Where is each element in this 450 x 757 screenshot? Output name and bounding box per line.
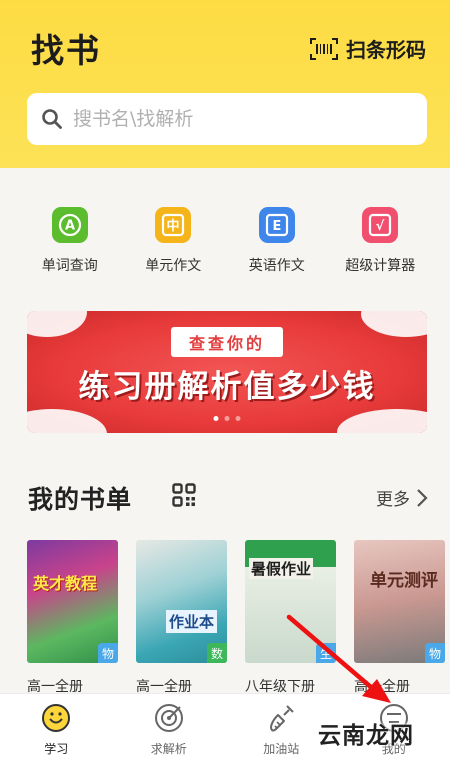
book-cover: 作业本 数 [136, 540, 227, 663]
banner-tag: 查查你的 [170, 327, 284, 357]
barcode-icon [310, 37, 338, 60]
more-label: 更多 [376, 490, 410, 510]
book-list: 英才教程 物 高一全册 作业本 数 高一全册 暑假作业 生 八年级下册 单元测评… [27, 540, 450, 696]
book-cover: 暑假作业 生 [245, 540, 336, 663]
book-cover-title: 作业本 [166, 610, 218, 633]
book-cover-title: 单元测评 [370, 571, 438, 591]
more-button[interactable]: 更多 [376, 485, 428, 510]
book-item[interactable]: 作业本 数 高一全册 [136, 540, 227, 696]
search-icon [42, 109, 62, 129]
book-item[interactable]: 英才教程 物 高一全册 [27, 540, 118, 696]
banner-decoration [361, 311, 427, 337]
search-input[interactable] [73, 108, 393, 130]
target-icon [154, 704, 183, 732]
study-icon [42, 704, 71, 732]
carrot-icon [270, 705, 294, 732]
subject-badge: 数 [207, 643, 227, 663]
tab-label: 学习 [44, 742, 69, 756]
scan-barcode-button[interactable]: 扫条形码 [310, 34, 426, 63]
carousel-indicator [211, 416, 244, 421]
banner-headline: 练习册解析值多少钱 [78, 369, 376, 405]
tool-label: 单元作文 [145, 258, 202, 274]
e-icon: E [258, 207, 295, 243]
book-cover: 单元测评 物 [354, 540, 445, 663]
svg-text:中: 中 [167, 218, 180, 234]
watermark: 云南龙网 [318, 723, 414, 749]
tab-label: 求解析 [150, 742, 187, 756]
book-item[interactable]: 单元测评 物 高一全册 [354, 540, 445, 696]
tool-unit-essay[interactable]: 中 单元作文 [128, 207, 218, 275]
quick-tools: A 单词查询 中 单元作文 E 英语作文 √ 超级计算器 [0, 207, 450, 275]
tool-label: 英语作文 [248, 258, 305, 274]
tool-super-calculator[interactable]: √ 超级计算器 [335, 207, 425, 275]
book-cover: 英才教程 物 [27, 540, 118, 663]
subject-badge: 物 [425, 643, 445, 663]
page-title: 找书 [31, 31, 101, 70]
carousel-dot[interactable] [224, 416, 230, 421]
subject-badge: 生 [316, 643, 336, 663]
tab-study[interactable]: 学习 [0, 694, 113, 757]
search-bar[interactable] [27, 93, 427, 145]
book-cover-title: 暑假作业 [249, 558, 314, 579]
qr-code-icon[interactable] [172, 483, 196, 507]
header: 找书 扫条形码 [0, 0, 450, 168]
booklist-title: 我的书单 [28, 485, 133, 514]
tool-word-lookup[interactable]: A 单词查询 [25, 207, 115, 275]
scan-barcode-label: 扫条形码 [346, 38, 426, 62]
svg-text:E: E [272, 219, 281, 234]
tool-english-essay[interactable]: E 英语作文 [232, 207, 322, 275]
tool-label: 单词查询 [41, 258, 98, 274]
carousel-dot[interactable] [235, 416, 241, 421]
tab-label: 加油站 [263, 742, 300, 756]
calculator-icon: √ [362, 207, 399, 243]
promo-banner[interactable]: 查查你的 练习册解析值多少钱 [27, 311, 427, 433]
book-cover-title: 英才教程 [33, 574, 98, 593]
tool-label: 超级计算器 [345, 258, 416, 274]
svg-text:√: √ [376, 219, 385, 234]
subject-badge: 物 [98, 643, 118, 663]
a-icon: A [51, 207, 88, 243]
banner-decoration [27, 409, 107, 433]
carousel-dot[interactable] [213, 416, 219, 421]
tab-find-solution[interactable]: 求解析 [113, 694, 226, 757]
svg-text:A: A [65, 219, 75, 234]
chevron-right-icon [417, 488, 428, 507]
banner-decoration [27, 311, 87, 337]
book-item[interactable]: 暑假作业 生 八年级下册 [245, 540, 336, 696]
zhong-icon: 中 [155, 207, 192, 243]
banner-decoration [337, 409, 427, 433]
